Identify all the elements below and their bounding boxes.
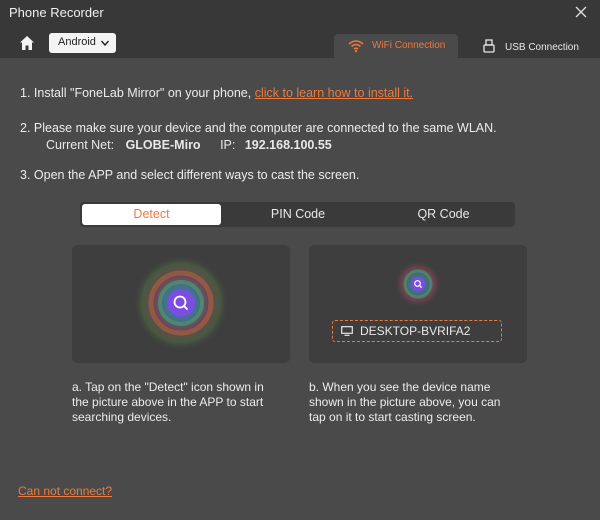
tab-wifi-connection[interactable]: WiFi Connection <box>334 34 458 58</box>
title-bar: Phone Recorder <box>0 0 600 26</box>
close-button[interactable] <box>572 3 590 21</box>
install-help-link[interactable]: click to learn how to install it. <box>255 86 413 100</box>
toolbar: Android WiFi Connection USB Connection <box>0 30 600 58</box>
usb-icon <box>483 39 495 53</box>
step-3-text: 3. Open the APP and select different way… <box>20 168 360 182</box>
os-select-value: Android <box>58 36 96 48</box>
chevron-down-icon <box>100 40 110 47</box>
home-button[interactable] <box>18 34 36 52</box>
main-panel: 1. Install "FoneLab Mirror" on your phon… <box>0 58 600 520</box>
tab-usb-connection[interactable]: USB Connection <box>470 34 594 58</box>
detect-icon <box>167 289 195 317</box>
os-select[interactable]: Android <box>49 33 116 53</box>
device-illustration-card: DESKTOP-BVRIFA2 <box>309 245 527 363</box>
close-icon <box>575 6 587 18</box>
app-title: Phone Recorder <box>9 5 104 20</box>
ip-value: 192.168.100.55 <box>244 138 332 152</box>
home-icon <box>20 36 34 50</box>
step-2-text: 2. Please make sure your device and the … <box>20 121 497 135</box>
detect-illustration-card <box>72 245 290 363</box>
device-name: DESKTOP-BVRIFA2 <box>360 324 471 338</box>
monitor-icon <box>341 326 353 336</box>
tab-qr-code[interactable]: QR Code <box>374 204 513 225</box>
detect-description: a. Tap on the "Detect" icon shown in the… <box>72 380 264 424</box>
network-info: Current Net: GLOBE-Miro IP: 192.168.100.… <box>46 138 332 152</box>
net-value: GLOBE-Miro <box>125 138 201 152</box>
device-illustration <box>394 260 442 308</box>
tab-usb-label: USB Connection <box>505 42 579 53</box>
detect-icon-small <box>411 277 425 291</box>
net-label: Current Net: <box>46 138 115 152</box>
tab-detect[interactable]: Detect <box>82 204 221 225</box>
cast-mode-tabs: Detect PIN Code QR Code <box>80 202 515 227</box>
cannot-connect-link[interactable]: Can not connect? <box>18 484 112 498</box>
device-item[interactable]: DESKTOP-BVRIFA2 <box>332 320 502 342</box>
tab-pin-code[interactable]: PIN Code <box>228 204 368 225</box>
wifi-icon <box>348 40 364 53</box>
device-description: b. When you see the device name shown in… <box>309 380 501 424</box>
ip-label: IP: <box>220 138 236 152</box>
detect-illustration <box>133 255 229 351</box>
step-1: 1. Install "FoneLab Mirror" on your phon… <box>20 86 413 100</box>
step-1-text: 1. Install "FoneLab Mirror" on your phon… <box>20 86 255 100</box>
tab-wifi-label: WiFi Connection <box>372 40 446 51</box>
